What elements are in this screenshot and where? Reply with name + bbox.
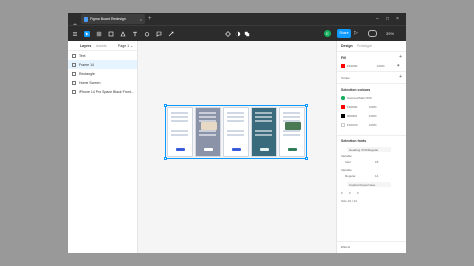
- present-play-icon[interactable]: ▷: [354, 30, 358, 37]
- colour-hex[interactable]: 000000: [347, 114, 357, 118]
- colour-swatch[interactable]: [341, 123, 345, 127]
- divider: [337, 71, 406, 72]
- font-size-2[interactable]: 14: [375, 174, 378, 178]
- frame-icon: [72, 71, 76, 76]
- pen-tool-icon[interactable]: [120, 31, 126, 37]
- layer-row[interactable]: Text: [68, 51, 137, 60]
- font-family-1[interactable]: Inter: [345, 160, 351, 164]
- mirror-preview-icon[interactable]: [368, 30, 377, 37]
- new-tab-button[interactable]: +: [148, 15, 152, 23]
- frame-icon: [72, 53, 76, 58]
- actions-tool-icon[interactable]: [168, 31, 174, 37]
- font-weight-2[interactable]: Regular: [345, 174, 356, 178]
- font-label-1: Variable: [341, 154, 352, 158]
- font-label-2: Variable: [341, 168, 352, 172]
- font-style-1-label: Heading XXS/Regular: [349, 148, 379, 152]
- colour-hex[interactable]: FF0000: [347, 105, 357, 109]
- colour-swatch[interactable]: [341, 114, 345, 118]
- layer-row[interactable]: iPhone 14 Pro Space Black Front...: [68, 87, 137, 96]
- tab-design[interactable]: Design: [341, 44, 353, 48]
- rectangle-tool-icon[interactable]: [108, 31, 114, 37]
- font-size-2-detail: Size 10 / 14: [341, 199, 357, 203]
- page-selector[interactable]: Page 1 ⌄: [118, 44, 133, 48]
- fill-opacity[interactable]: 100%: [377, 64, 385, 68]
- layer-row[interactable]: Frame 14: [68, 60, 137, 69]
- colour-opacity[interactable]: 100%: [369, 105, 377, 109]
- share-button[interactable]: Share: [337, 29, 351, 38]
- layer-label: iPhone 14 Pro Space Black Front...: [79, 89, 134, 94]
- layer-row[interactable]: Rectangle: [68, 69, 137, 78]
- home-icon[interactable]: [72, 16, 78, 29]
- align-left-icon[interactable]: ≡: [341, 191, 343, 195]
- layer-label: Home Screen: [79, 80, 101, 85]
- layer-label: Rectangle: [79, 71, 95, 76]
- file-tab-title: Figma Board Redesign: [90, 17, 126, 21]
- frame-icon: [72, 62, 76, 67]
- selection-colours-title: Selection colours: [341, 88, 371, 92]
- layer-row[interactable]: Home Screen: [68, 78, 137, 87]
- resize-handle-bottom-left[interactable]: [164, 157, 167, 160]
- divider: [337, 51, 406, 52]
- fill-title: Fill: [341, 56, 347, 60]
- component-icon[interactable]: [225, 31, 231, 37]
- align-right-icon[interactable]: ≡: [357, 191, 359, 195]
- font-size-1[interactable]: 18: [375, 160, 378, 164]
- add-fill-icon[interactable]: +: [399, 55, 402, 60]
- layers-panel: Layers Assets Page 1 ⌄ Text Frame 14 Recta…: [68, 41, 138, 253]
- layer-list: Text Frame 14 Rectangle Home Screen iPhone 1…: [68, 51, 137, 96]
- divider: [337, 135, 406, 136]
- boolean-icon[interactable]: [244, 31, 250, 37]
- figma-file-icon: [84, 16, 88, 22]
- resize-handle-bottom-right[interactable]: [305, 157, 308, 160]
- move-tool-icon[interactable]: [84, 31, 90, 37]
- frame-icon: [72, 80, 76, 85]
- hand-tool-icon[interactable]: [144, 31, 150, 37]
- left-panel-tabs: Layers Assets Page 1 ⌄: [68, 41, 137, 51]
- fill-visibility-icon[interactable]: ◉: [397, 63, 400, 67]
- close-window-button[interactable]: ×: [396, 14, 399, 24]
- figma-window: Figma Board Redesign × + – □ × E Share ▷…: [68, 13, 406, 253]
- mask-icon[interactable]: [235, 31, 241, 37]
- tab-layers[interactable]: Layers: [80, 44, 91, 48]
- colour-swatch[interactable]: [341, 105, 345, 109]
- tab-close-icon[interactable]: ×: [140, 17, 142, 22]
- add-stroke-icon[interactable]: +: [399, 75, 402, 80]
- colour-swatch[interactable]: [341, 96, 345, 100]
- minimize-button[interactable]: –: [376, 14, 379, 24]
- zoom-dropdown[interactable]: 39%: [386, 30, 394, 37]
- title-bar: Figma Board Redesign × + – □ ×: [68, 13, 406, 29]
- font-style-2-label: Caption/UpperCase: [349, 183, 376, 187]
- layer-label: Frame 14: [79, 62, 94, 67]
- frame-tool-icon[interactable]: [96, 31, 102, 37]
- fill-hex[interactable]: FF0000: [347, 64, 357, 68]
- file-tab[interactable]: Figma Board Redesign ×: [81, 14, 145, 24]
- colour-hex[interactable]: FFFFFF: [347, 123, 358, 127]
- user-avatar[interactable]: E: [324, 30, 331, 37]
- colour-opacity[interactable]: 100%: [369, 114, 377, 118]
- effects-title: Effects: [341, 245, 351, 249]
- main-menu-icon[interactable]: [72, 31, 78, 37]
- tab-prototype[interactable]: Prototype: [357, 44, 372, 48]
- resize-handle-top-left[interactable]: [164, 104, 167, 107]
- selection-fonts-title: Selection fonts: [341, 139, 367, 143]
- resize-handle-top-right[interactable]: [305, 104, 308, 107]
- tab-assets[interactable]: Assets: [96, 44, 107, 48]
- layer-label: Text: [79, 53, 86, 58]
- align-center-icon[interactable]: ≡: [349, 191, 351, 195]
- divider: [337, 241, 406, 242]
- colour-opacity[interactable]: 100%: [369, 123, 377, 127]
- text-tool-icon[interactable]: [132, 31, 138, 37]
- toolbar: E Share ▷ 39%: [68, 25, 406, 41]
- design-panel: Design Prototype Fill + FF0000 100% ◉ St…: [336, 41, 406, 253]
- maximize-button[interactable]: □: [386, 14, 389, 24]
- fill-swatch[interactable]: [341, 64, 345, 68]
- stroke-title: Stroke: [341, 76, 350, 80]
- canvas[interactable]: [138, 41, 336, 253]
- divider: [337, 83, 406, 84]
- colour-hex[interactable]: Success/Main 500: [347, 96, 372, 100]
- frame-icon: [72, 89, 76, 94]
- comment-tool-icon[interactable]: [156, 31, 162, 37]
- selection-box[interactable]: [164, 104, 308, 160]
